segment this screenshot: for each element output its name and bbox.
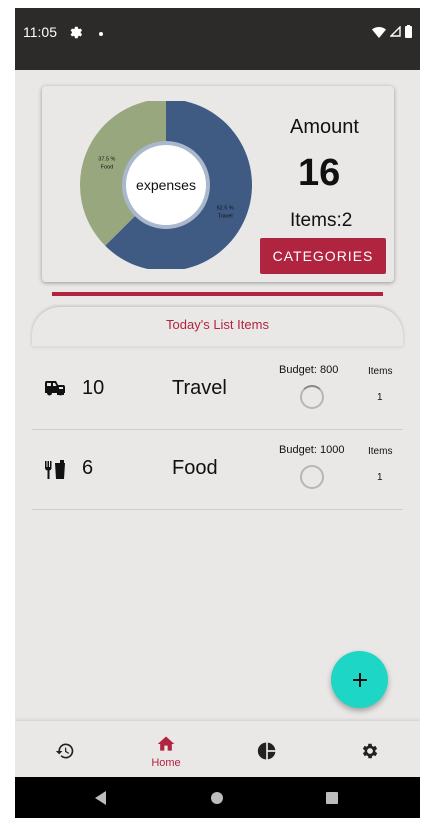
home-circle-icon[interactable]	[211, 792, 223, 804]
nav-home[interactable]: Home	[136, 721, 196, 777]
list-item[interactable]: 10 Travel Budget: 800 Items 1	[32, 350, 403, 430]
categories-button[interactable]: CATEGORIES	[260, 238, 386, 274]
expenses-donut-chart: expenses 62.5 % Travel 37.5 % Food	[80, 101, 252, 269]
item-budget: Budget: 1000	[279, 444, 345, 456]
nav-stats[interactable]	[237, 721, 297, 777]
settings-icon	[362, 743, 378, 759]
add-button[interactable]	[331, 651, 388, 708]
donut-center-label: expenses	[136, 177, 196, 193]
items-value: 1	[377, 392, 383, 403]
donut-slice-label: 62.5 %	[217, 205, 234, 211]
home-icon	[157, 736, 175, 751]
nav-home-label: Home	[151, 757, 181, 769]
item-name: Food	[172, 457, 218, 479]
item-name: Travel	[172, 377, 227, 399]
items-label: Items	[368, 366, 393, 377]
battery-icon	[405, 25, 412, 38]
notification-dot-icon	[99, 32, 103, 36]
history-icon	[55, 743, 74, 759]
budget-progress-ring	[300, 465, 324, 489]
items-label: Items	[368, 446, 393, 457]
utensils-icon	[44, 460, 66, 485]
status-bar: 11:05	[15, 8, 420, 70]
nav-history[interactable]	[35, 721, 95, 777]
accent-divider	[52, 292, 383, 296]
donut-slice-label: Travel	[218, 213, 233, 219]
status-time: 11:05	[23, 24, 57, 40]
item-count: 10	[82, 377, 105, 399]
gear-icon	[67, 23, 83, 44]
nav-settings[interactable]	[340, 721, 400, 777]
donut-slice-label: Food	[101, 165, 114, 171]
car-icon	[44, 380, 66, 403]
pie-chart-icon	[257, 742, 276, 760]
plus-icon	[352, 672, 367, 687]
amount-value: 16	[298, 152, 341, 194]
summary-card: expenses 62.5 % Travel 37.5 % Food Amount 1…	[42, 86, 394, 282]
list-item[interactable]: 6 Food Budget: 1000 Items 1	[32, 430, 403, 510]
list-header-title: Today's List Items	[166, 317, 269, 332]
recents-icon[interactable]	[326, 792, 338, 804]
item-budget: Budget: 800	[279, 364, 339, 376]
items-value: 1	[377, 472, 383, 483]
donut-slice-label: 37.5 %	[98, 157, 115, 163]
wifi-icon	[372, 26, 386, 38]
system-navigation-bar	[15, 777, 420, 818]
budget-progress-ring	[300, 385, 324, 409]
status-indicators	[372, 25, 412, 38]
list-header: Today's List Items	[32, 307, 403, 347]
signal-icon	[390, 26, 401, 37]
items-count: Items:2	[290, 210, 353, 231]
app-screen: 11:05 expenses 62.5 % Travel 37.5 % Food Am…	[15, 8, 420, 818]
bottom-navigation: Home	[15, 721, 420, 777]
back-icon[interactable]	[95, 791, 107, 805]
item-count: 6	[82, 457, 94, 479]
amount-label: Amount	[290, 116, 359, 138]
